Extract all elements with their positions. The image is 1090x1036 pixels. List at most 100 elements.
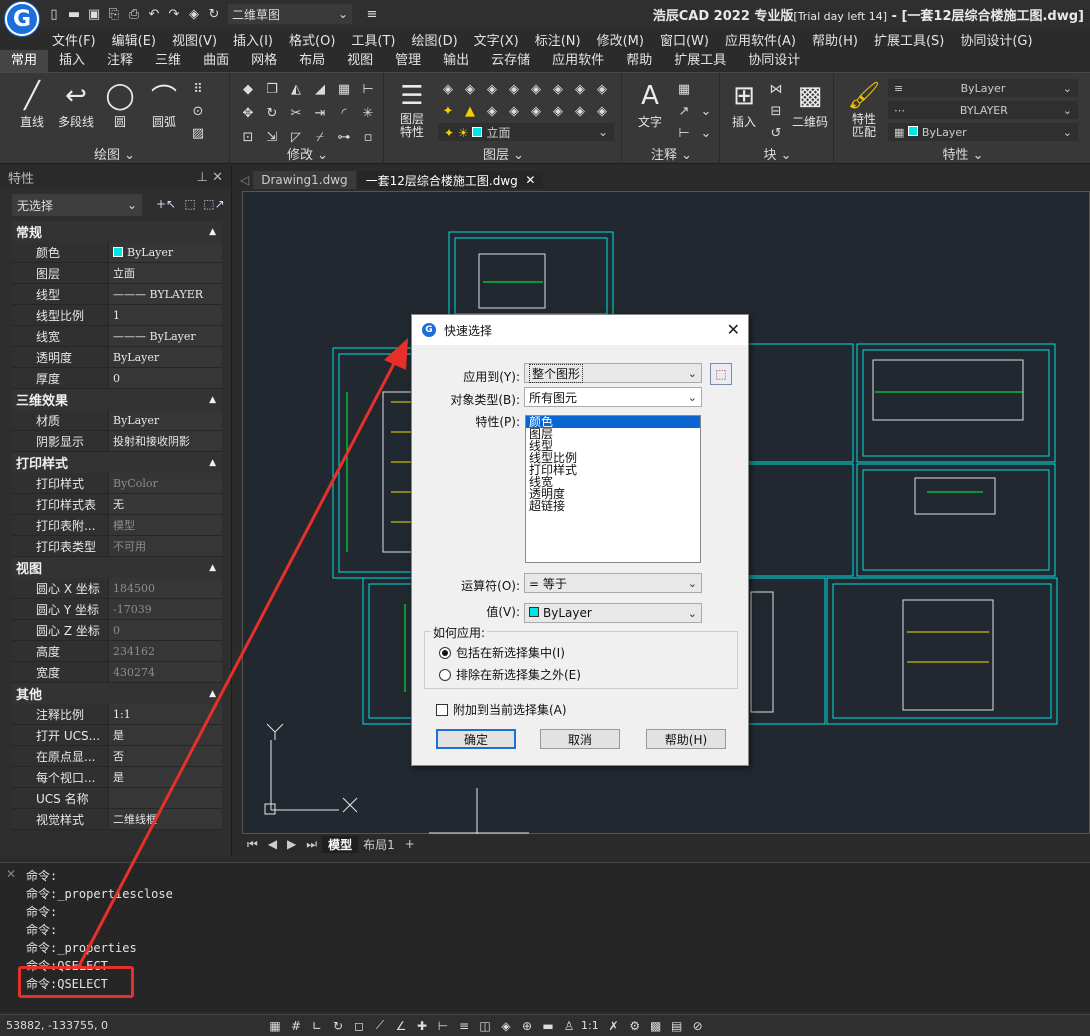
lightbulb-icon[interactable]: ✦ <box>438 101 458 121</box>
property-row[interactable]: 图层 立面 <box>12 263 222 284</box>
property-row[interactable]: 线宽 ——— ByLayer <box>12 326 222 347</box>
property-row[interactable]: 阴影显示 投射和接收阴影 <box>12 431 222 452</box>
menu-collab[interactable]: 协同设计(G) <box>952 30 1040 49</box>
text-button[interactable]: A 文字 <box>628 79 672 130</box>
arc-button[interactable]: ⌒ 圆弧 <box>142 79 186 130</box>
property-row[interactable]: 透明度 ByLayer <box>12 347 222 368</box>
tab-layout[interactable]: 布局 <box>288 50 336 72</box>
new-file-icon[interactable]: ▯ <box>44 4 64 24</box>
property-row[interactable]: 视觉样式 二维线框 <box>12 809 222 830</box>
apply-to-select[interactable]: 整个图形 ⌄ <box>524 363 702 383</box>
property-value[interactable]: ByLayer <box>108 347 222 367</box>
qrcode-button[interactable]: ▩ 二维码 <box>788 79 832 130</box>
property-row[interactable]: 打印样式表无 <box>12 494 222 515</box>
chevron-down-icon[interactable]: ⌄ <box>696 123 716 143</box>
transparency-icon[interactable]: ◫ <box>476 1017 494 1035</box>
menu-tools[interactable]: 工具(T) <box>343 30 403 49</box>
collapse-caret-icon[interactable]: ▲ <box>209 458 216 468</box>
tab-extensions[interactable]: 扩展工具 <box>663 50 737 72</box>
selection-select[interactable]: 无选择 ⌄ <box>12 194 142 216</box>
hatch-icon[interactable]: ▨ <box>188 123 208 143</box>
property-value[interactable]: 1 <box>108 305 222 325</box>
object-type-select[interactable]: 所有图元 ⌄ <box>524 387 702 407</box>
property-row[interactable]: 宽度 430274 <box>12 662 222 683</box>
props-section-header[interactable]: 其他 ▲ <box>12 683 222 704</box>
property-row[interactable]: 圆心 Z 坐标 0 <box>12 620 222 641</box>
props-section-header[interactable]: 三维效果 ▲ <box>12 389 222 410</box>
block-edit-icon[interactable]: ⋈ <box>766 79 786 99</box>
collapse-caret-icon[interactable]: ▲ <box>209 395 216 405</box>
explode-icon[interactable]: ✳ <box>358 103 378 123</box>
block-panel-title[interactable]: 块 ⌄ <box>722 144 833 163</box>
tab-annotate[interactable]: 注释 <box>96 50 144 72</box>
layer-tool-icon[interactable]: ◈ <box>592 79 612 99</box>
collapse-caret-icon[interactable]: ▲ <box>209 563 216 573</box>
more-draw-icon[interactable]: ⠿ <box>188 79 208 99</box>
chevron-down-icon[interactable]: ⌄ <box>696 101 716 121</box>
menu-edit[interactable]: 编辑(E) <box>104 30 164 49</box>
annotate-panel-title[interactable]: 注释 ⌄ <box>624 144 719 163</box>
otrack-icon[interactable]: ⟋ <box>371 1017 389 1035</box>
property-value[interactable]: 是 <box>108 725 222 745</box>
property-row[interactable]: 材质 ByLayer <box>12 410 222 431</box>
operator-select[interactable]: = 等于 ⌄ <box>524 573 702 593</box>
property-row[interactable]: 打印表类型 不可用 <box>12 536 222 557</box>
menu-apps[interactable]: 应用软件(A) <box>717 30 804 49</box>
dyn-icon[interactable]: ⊢ <box>434 1017 452 1035</box>
customize-quick-access-icon[interactable]: ≡ <box>362 4 382 24</box>
property-row[interactable]: 打印表附... 模型 <box>12 515 222 536</box>
menu-format[interactable]: 格式(O) <box>281 30 343 49</box>
angle-icon[interactable]: ∠ <box>392 1017 410 1035</box>
copy-icon[interactable]: ❐ <box>262 79 282 99</box>
layer-tool-icon[interactable]: ◈ <box>504 79 524 99</box>
property-row[interactable]: 高度 234162 <box>12 641 222 662</box>
layer-tool-icon[interactable]: ◈ <box>460 79 480 99</box>
collapse-caret-icon[interactable]: ▲ <box>209 689 216 699</box>
close-icon[interactable]: ✕ <box>212 170 223 185</box>
menu-insert[interactable]: 插入(I) <box>225 30 281 49</box>
props-section-header[interactable]: 视图 ▲ <box>12 557 222 578</box>
menu-help[interactable]: 帮助(H) <box>804 30 866 49</box>
menu-modify[interactable]: 修改(M) <box>589 30 652 49</box>
property-value[interactable]: 是 <box>108 767 222 787</box>
block-create-icon[interactable]: ↺ <box>766 123 786 143</box>
pin-icon[interactable]: ⊥ <box>197 170 208 185</box>
workspace-select[interactable]: 二维草图 ⌄ <box>228 4 352 24</box>
annotation-visibility-icon[interactable]: ✗ <box>605 1017 623 1035</box>
lineweight-icon[interactable]: ≡ <box>455 1017 473 1035</box>
layer-tool-icon[interactable]: ◈ <box>526 79 546 99</box>
property-value[interactable]: ByLayer <box>108 242 222 262</box>
property-value[interactable]: 无 <box>108 494 222 514</box>
layer-tool-icon[interactable]: ◈ <box>548 101 568 121</box>
cancel-button[interactable]: 取消 <box>540 729 620 749</box>
property-value[interactable]: 1:1 <box>108 704 222 724</box>
lock-icon[interactable]: ▲ <box>460 101 480 121</box>
menu-window[interactable]: 窗口(W) <box>652 30 717 49</box>
tab-home[interactable]: 常用 <box>0 50 49 72</box>
viewport-icon[interactable]: ▬ <box>539 1017 557 1035</box>
menu-draw[interactable]: 绘图(D) <box>404 30 466 49</box>
layer-tool-icon[interactable]: ◈ <box>570 101 590 121</box>
tab-model[interactable]: 模型 <box>322 835 359 853</box>
close-icon[interactable]: ✕ <box>6 867 16 881</box>
tab-layout1[interactable]: 布局1 <box>358 836 400 853</box>
layer-tool-icon[interactable]: ◈ <box>526 101 546 121</box>
layers-stack-icon[interactable]: ◈ <box>184 4 204 24</box>
layer-tool-icon[interactable]: ◈ <box>438 79 458 99</box>
select-objects-icon[interactable]: ⬚ <box>180 194 200 214</box>
property-row[interactable]: 注释比例 1:1 <box>12 704 222 725</box>
annotation-monitor-icon[interactable]: ⊕ <box>518 1017 536 1035</box>
tab-apps[interactable]: 应用软件 <box>541 50 615 72</box>
property-row[interactable]: 颜色 ByLayer <box>12 242 222 263</box>
offset-icon[interactable]: ◢ <box>310 79 330 99</box>
properties-panel-title[interactable]: 特性 ⌄ <box>836 144 1090 163</box>
layer-panel-title[interactable]: 图层 ⌄ <box>386 144 621 163</box>
line-button[interactable]: ╱ 直线 <box>10 79 54 130</box>
redo-icon[interactable]: ↷ <box>164 4 184 24</box>
property-value[interactable]: 投射和接收阴影 <box>108 431 222 451</box>
print-icon[interactable]: ⎙ <box>124 4 144 24</box>
fillet-icon[interactable]: ◜ <box>334 103 354 123</box>
layer-tool-icon[interactable]: ◈ <box>482 79 502 99</box>
menu-file[interactable]: 文件(F) <box>44 30 104 49</box>
property-value[interactable]: ——— BYLAYER <box>108 284 222 304</box>
